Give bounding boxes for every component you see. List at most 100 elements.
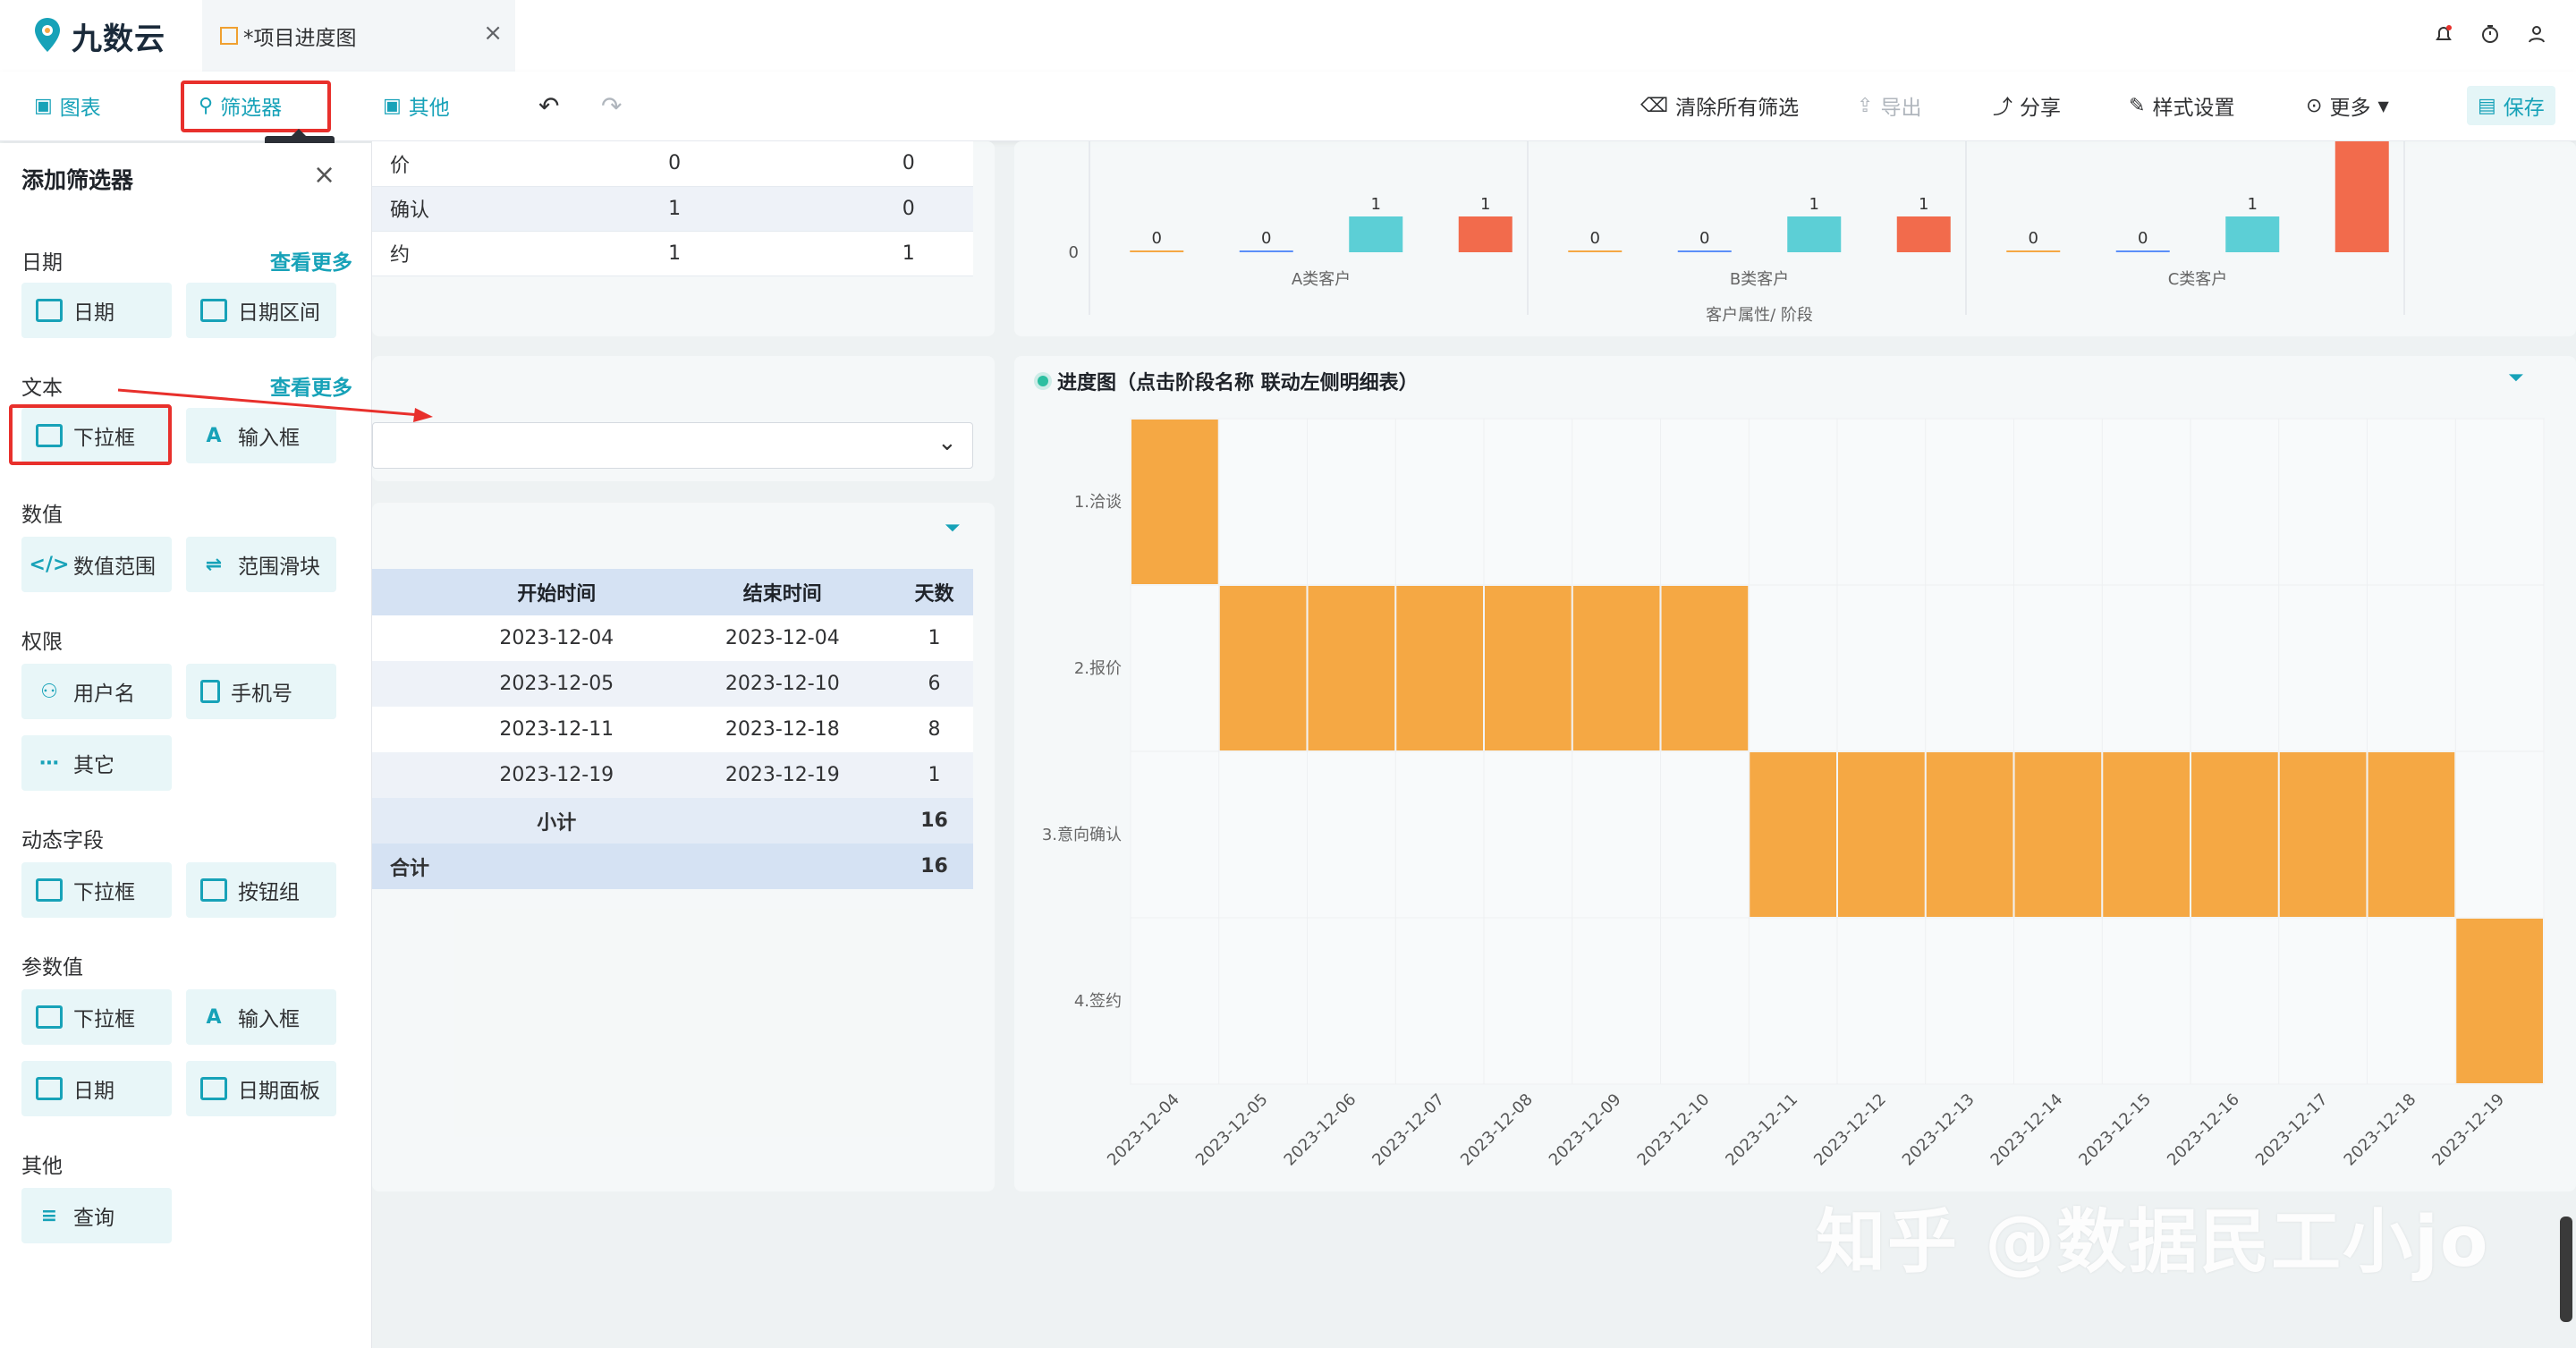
stage-label: 3.意向确认	[1042, 826, 1122, 844]
filter-chip-button-group[interactable]: 按钮组	[186, 862, 336, 918]
bar	[1130, 250, 1184, 252]
gantt-cell	[1131, 420, 1218, 584]
date-tick-label: 2023-12-04	[1104, 1090, 1183, 1170]
stage-label: 4.签约	[1074, 992, 1122, 1011]
section-date: 日期	[21, 251, 63, 275]
user-icon[interactable]	[2522, 20, 2551, 48]
bar	[1787, 216, 1842, 252]
dropdown-icon	[36, 878, 63, 902]
bar-value-label: 1	[1480, 195, 1490, 214]
date-tick-label: 2023-12-08	[1457, 1090, 1537, 1170]
date-tick-label: 2023-12-10	[1634, 1090, 1714, 1170]
table-row: 价00	[372, 141, 973, 187]
bar	[1677, 250, 1732, 252]
chart-button[interactable]: ▣ 图表	[34, 88, 101, 123]
chart-icon: ▣	[34, 94, 53, 117]
date-see-more-link[interactable]: 查看更多	[270, 245, 352, 276]
bar	[2225, 216, 2280, 252]
bar-value-label: 0	[1152, 229, 1162, 248]
filter-chip-date-range[interactable]: 日期区间	[186, 283, 336, 338]
table-row: 2023-12-05 2023-12-10 6	[372, 661, 973, 707]
other-button-label: 其他	[408, 97, 450, 120]
gantt-cell	[2191, 752, 2278, 917]
filter-chip-number-range[interactable]: </> 数值范围	[21, 537, 172, 592]
undo-icon[interactable]: ↶	[538, 88, 559, 123]
code-icon: </>	[29, 553, 70, 576]
timer-icon[interactable]	[2476, 20, 2504, 48]
redo-icon[interactable]: ↷	[601, 88, 622, 123]
gantt-cell	[2456, 919, 2543, 1083]
style-settings-button[interactable]: ✎ 样式设置	[2129, 88, 2234, 123]
table-row: 2023-12-04 2023-12-04 1	[372, 615, 973, 661]
save-label: 保存	[2503, 97, 2545, 120]
phone-icon	[200, 680, 220, 703]
query-icon: ≡	[40, 1204, 58, 1227]
logo-icon	[35, 18, 60, 52]
filter-chip-username[interactable]: ⚇ 用户名	[21, 664, 172, 719]
gantt-cell	[1485, 586, 1572, 750]
app-logo[interactable]: 九数云	[32, 13, 165, 59]
share-button[interactable]: ⤴ 分享	[1993, 88, 2061, 123]
gantt-cell	[1926, 752, 2013, 917]
bar	[2006, 250, 2061, 252]
filter-chip-phone[interactable]: 手机号	[186, 664, 336, 719]
document-tab[interactable]: *项目进度图 ×	[202, 0, 515, 72]
bar-value-label: 1	[1371, 195, 1381, 214]
share-label: 分享	[2020, 97, 2062, 120]
filter-chip-date[interactable]: 日期	[21, 283, 172, 338]
bar	[2115, 250, 2170, 252]
dashboard-icon	[220, 27, 238, 45]
export-button[interactable]: ⇪ 导出	[1857, 88, 1921, 123]
logo-text: 九数云	[72, 21, 165, 57]
filter-chip-range-slider[interactable]: ⇌ 范围滑块	[186, 537, 336, 592]
chevron-down-icon[interactable]: ⌄	[937, 429, 957, 456]
bar-value-label: 1	[1809, 195, 1819, 214]
share-icon: ⤴	[1993, 97, 2013, 119]
date-tick-label: 2023-12-19	[2428, 1090, 2508, 1170]
gantt-cell	[1661, 586, 1749, 750]
filter-chip-other-perm[interactable]: ⋯ 其它	[21, 735, 172, 791]
stage-summary-table: 价00 确认 1 0 约11	[372, 141, 973, 276]
filter-chip-date-panel[interactable]: 日期面板	[186, 1061, 336, 1116]
notification-icon[interactable]	[2429, 20, 2458, 48]
filter-chip-dynamic-dropdown[interactable]: 下拉框	[21, 862, 172, 918]
bar-value-label: 0	[2138, 229, 2148, 248]
calendar-grid-icon	[200, 1077, 227, 1100]
section-text: 文本	[21, 377, 63, 400]
gantt-title-text: 进度图（点击阶段名称 联动左侧明细表）	[1057, 372, 1419, 394]
panel-close-icon[interactable]: ×	[313, 159, 335, 191]
save-button[interactable]: ▤ 保存	[2467, 86, 2555, 125]
filter-chip-param-dropdown[interactable]: 下拉框	[21, 989, 172, 1045]
calendar-range-icon	[200, 299, 227, 322]
table-filter-icon[interactable]: ⏷	[945, 517, 961, 539]
tab-close-icon[interactable]: ×	[483, 20, 503, 47]
title-dot-icon	[1038, 376, 1048, 386]
other-button[interactable]: ▣ 其他	[383, 88, 450, 123]
bar	[2334, 141, 2389, 252]
gantt-filter-icon[interactable]: ⏷	[2508, 367, 2524, 389]
bar-value-label: 0	[1261, 229, 1271, 248]
filter-chip-query[interactable]: ≡ 查询	[21, 1188, 172, 1243]
caret-down-icon: ▼	[2377, 97, 2389, 114]
gantt-cell	[2279, 752, 2367, 917]
clear-filters-button[interactable]: ⌫ 清除所有筛选	[1640, 88, 1799, 123]
more-button[interactable]: ⊙ 更多 ▼	[2306, 88, 2389, 123]
x-category-label: C类客户	[2168, 270, 2228, 289]
scrollbar-thumb[interactable]	[2560, 1217, 2572, 1322]
more-label: 更多	[2329, 97, 2371, 120]
filter-chip-param-input[interactable]: A 输入框	[186, 989, 336, 1045]
gantt-cell	[1838, 752, 1925, 917]
date-tick-label: 2023-12-18	[2341, 1090, 2420, 1170]
detail-table: 开始时间 结束时间 天数 2023-12-04 2023-12-04 1 2023-…	[372, 569, 973, 889]
gantt-cell	[2014, 752, 2102, 917]
date-tick-label: 2023-12-07	[1368, 1090, 1448, 1170]
filter-chip-param-date[interactable]: 日期	[21, 1061, 172, 1116]
header-days: 天数	[895, 569, 973, 615]
style-settings-label: 样式设置	[2152, 97, 2235, 120]
calendar-icon	[36, 299, 63, 322]
dropdown-filter-select[interactable]	[372, 422, 973, 469]
section-other: 其他	[21, 1155, 63, 1178]
date-tick-label: 2023-12-14	[1987, 1090, 2067, 1170]
gantt-cell	[1572, 586, 1660, 750]
gantt-cell	[2103, 752, 2190, 917]
